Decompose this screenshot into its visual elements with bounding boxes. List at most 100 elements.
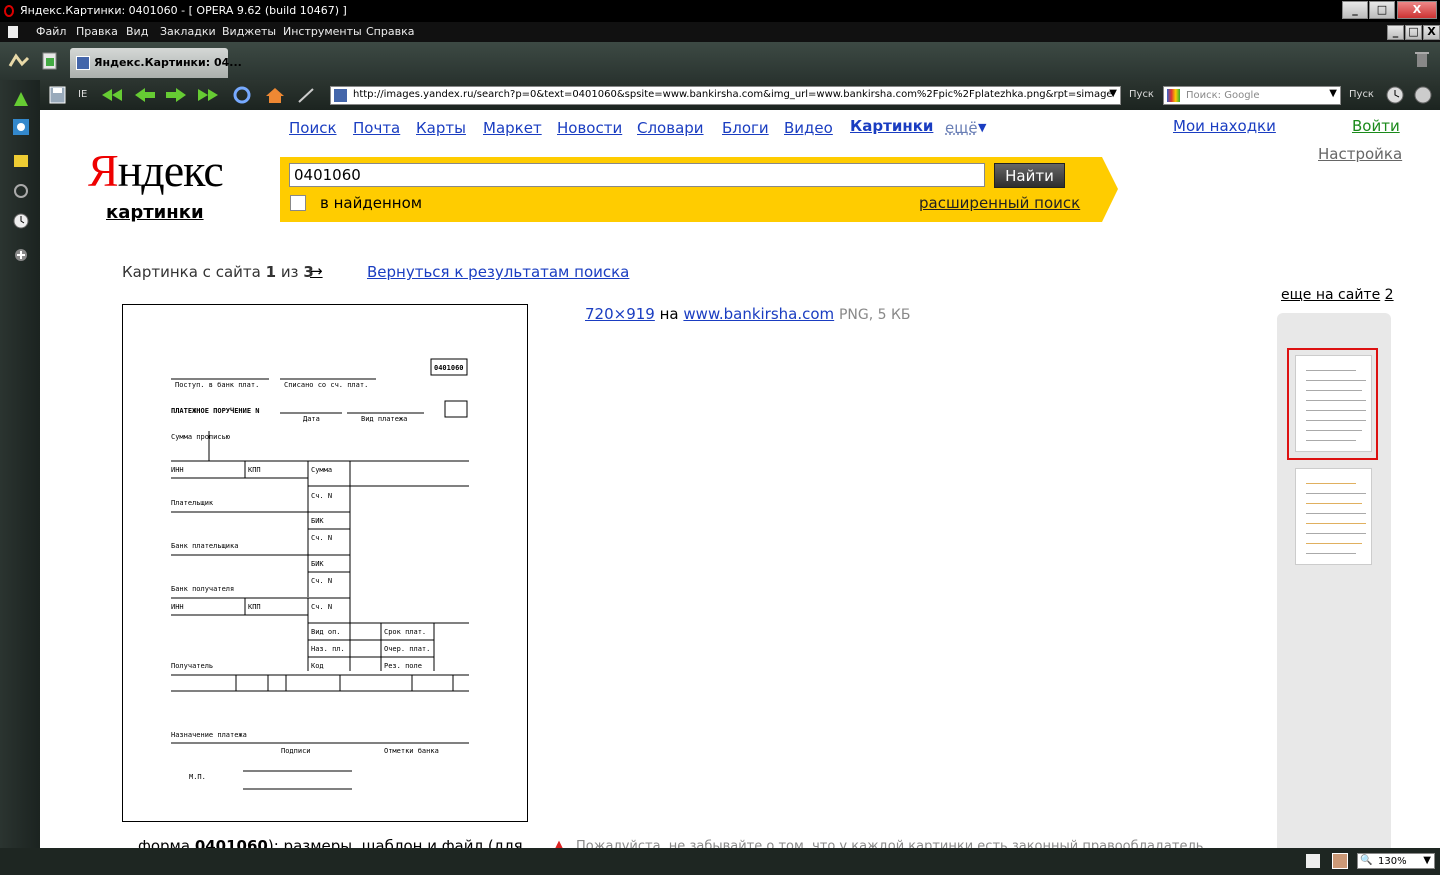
form-title: ПЛАТЕЖНОЕ ПОРУЧЕНИЕ N — [171, 407, 260, 415]
find-button[interactable]: Найти — [994, 163, 1065, 188]
favicon-icon — [76, 56, 90, 70]
images-service-link[interactable]: картинки — [106, 202, 204, 223]
menu-bookmarks[interactable]: Закладки — [160, 25, 216, 38]
nav-images[interactable]: Картинки — [850, 117, 933, 135]
image-size-link[interactable]: 720×919 — [585, 305, 655, 323]
form-pay-term: Срок плат. — [384, 628, 426, 636]
address-url: http://images.yandex.ru/search?p=0&text=… — [353, 89, 1113, 100]
form-pay-purpose-code: Наз. пл. — [311, 645, 345, 653]
nav-more-arrow-icon[interactable]: ▼ — [978, 121, 986, 134]
menu-widgets[interactable]: Виджеты — [222, 25, 276, 38]
clock-icon[interactable] — [1385, 86, 1405, 104]
pager-prefix: Картинка с сайта — [122, 263, 261, 281]
reload-icon[interactable] — [232, 86, 252, 104]
next-image-arrow[interactable]: → — [310, 262, 323, 280]
nav-search[interactable]: Поиск — [289, 119, 337, 137]
more-on-site-link[interactable]: еще на сайте — [1281, 287, 1380, 303]
forward-icon[interactable] — [164, 86, 188, 104]
history-panel-icon[interactable] — [12, 212, 30, 230]
form-bik-1: БИК — [311, 517, 324, 525]
google-icon — [1167, 89, 1180, 102]
caption-start: форма — [138, 837, 191, 848]
trash-icon[interactable] — [1414, 50, 1430, 68]
minimize-button[interactable]: _ — [1342, 1, 1368, 19]
wand-icon[interactable] — [296, 86, 316, 104]
zoom-dropdown-icon[interactable]: ▼ — [1423, 855, 1431, 866]
speed-dial-icon[interactable] — [1413, 86, 1433, 104]
address-bar[interactable]: http://images.yandex.ru/search?p=0&text=… — [330, 86, 1121, 105]
nav-market[interactable]: Маркет — [483, 119, 542, 137]
form-kpp-2: КПП — [248, 603, 261, 611]
back-to-results-link[interactable]: Вернуться к результатам поиска — [367, 263, 629, 281]
menu-help[interactable]: Справка — [366, 25, 414, 38]
maximize-button[interactable]: □ — [1369, 1, 1395, 19]
menu-view[interactable]: Вид — [126, 25, 148, 38]
search-go-button[interactable]: Пуск — [1349, 89, 1374, 100]
status-page-icon[interactable] — [1306, 854, 1320, 868]
form-acc-no-2: Сч. N — [311, 534, 332, 542]
menu-file[interactable]: Файл — [36, 25, 66, 38]
form-op-type: Вид оп. — [311, 628, 341, 636]
advanced-search-link[interactable]: расширенный поиск — [919, 194, 1080, 212]
thumbnail-2[interactable] — [1295, 468, 1372, 565]
nav-more[interactable]: ещё — [945, 119, 978, 137]
form-signatures: Подписи — [281, 747, 311, 755]
search-query-input[interactable]: 0401060 — [289, 163, 985, 187]
side-panel — [0, 80, 40, 848]
login-link[interactable]: Войти — [1352, 117, 1400, 135]
address-dropdown-icon[interactable]: ▼ — [1109, 88, 1117, 99]
web-page: Поиск Почта Карты Маркет Новости Словари… — [40, 110, 1440, 848]
fast-forward-icon[interactable] — [196, 86, 220, 104]
form-acc-no-4: Сч. N — [311, 603, 332, 611]
thumbnail-1[interactable] — [1295, 355, 1372, 452]
nav-maps[interactable]: Карты — [416, 119, 466, 137]
ie-label[interactable]: IE — [78, 89, 87, 100]
bookmarks-panel-icon[interactable] — [12, 90, 30, 108]
notes-panel-icon[interactable] — [12, 152, 30, 170]
doc-restore-button[interactable]: □ — [1405, 25, 1422, 40]
search-in-found-checkbox[interactable] — [290, 195, 306, 211]
close-button[interactable]: X — [1397, 1, 1437, 19]
web-search-field[interactable]: Поиск: Google ▼ — [1163, 86, 1341, 105]
nav-dictionaries[interactable]: Словари — [637, 119, 704, 137]
panels-icon[interactable] — [8, 52, 30, 70]
nav-news[interactable]: Новости — [557, 119, 622, 137]
status-bar: 🔍 130% ▼ — [0, 848, 1440, 875]
new-tab-icon[interactable] — [40, 50, 60, 72]
doc-close-button[interactable]: X — [1423, 25, 1440, 40]
settings-link[interactable]: Настройка — [1318, 145, 1402, 163]
form-payee: Получатель — [171, 662, 213, 670]
yandex-logo[interactable]: Яндекс — [88, 144, 224, 197]
more-on-site[interactable]: еще на сайте 2 — [1281, 287, 1394, 303]
image-caption: форма 0401060): размеры, шаблон и файл (… — [138, 837, 523, 848]
zoom-control[interactable]: 🔍 130% ▼ — [1357, 853, 1435, 869]
nav-mail[interactable]: Почта — [353, 119, 400, 137]
nav-blogs[interactable]: Блоги — [722, 119, 769, 137]
save-icon[interactable] — [48, 86, 68, 104]
form-inn: ИНН — [171, 466, 184, 474]
menu-tools[interactable]: Инструменты — [283, 25, 362, 38]
settings-panel-icon[interactable] — [12, 118, 30, 136]
rewind-icon[interactable] — [100, 86, 124, 104]
menu-edit[interactable]: Правка — [76, 25, 118, 38]
transfers-panel-icon[interactable] — [12, 182, 30, 200]
home-icon[interactable] — [265, 86, 285, 104]
source-site-link[interactable]: www.bankirsha.com — [683, 305, 834, 323]
status-image-icon[interactable] — [1332, 853, 1348, 869]
form-pay-order: Очер. плат. — [384, 645, 430, 653]
search-dropdown-icon[interactable]: ▼ — [1329, 88, 1337, 99]
form-bik-2: БИК — [311, 560, 324, 568]
my-finds-link[interactable]: Мои находки — [1173, 117, 1276, 135]
payment-order-image[interactable]: 0401060 Поступ. в банк плат. Списано со … — [122, 304, 528, 822]
nav-video[interactable]: Видео — [784, 119, 833, 137]
pager-of: из — [280, 263, 299, 281]
tab-yandex-images[interactable]: Яндекс.Картинки: 04... — [70, 48, 242, 78]
add-panel-icon[interactable] — [12, 246, 30, 264]
form-mp: М.П. — [189, 773, 206, 781]
form-sum: Сумма — [311, 466, 332, 474]
doc-minimize-button[interactable]: _ — [1387, 25, 1404, 40]
back-icon[interactable] — [133, 86, 157, 104]
go-button[interactable]: Пуск — [1129, 89, 1154, 100]
more-on-site-count[interactable]: 2 — [1385, 287, 1394, 303]
web-search-placeholder: Поиск: Google — [1186, 90, 1260, 101]
